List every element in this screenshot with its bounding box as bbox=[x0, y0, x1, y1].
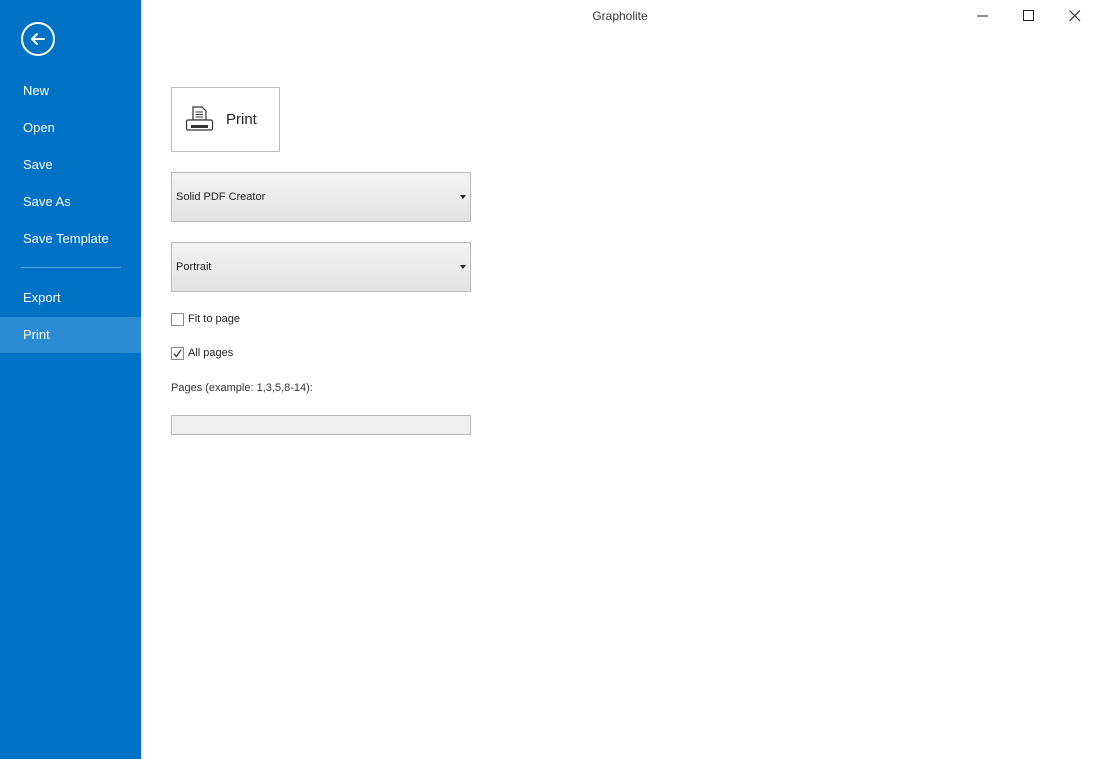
sidebar-item-label: New bbox=[23, 83, 50, 98]
minimize-icon bbox=[977, 15, 988, 17]
pages-range-input[interactable] bbox=[171, 415, 471, 435]
sidebar-item-save[interactable]: Save bbox=[0, 147, 141, 183]
sidebar-item-label: Save Template bbox=[23, 231, 109, 246]
pages-range-label: Pages (example: 1,3,5,8-14): bbox=[171, 382, 313, 394]
sidebar-item-label: Open bbox=[23, 120, 55, 135]
close-button[interactable] bbox=[1052, 0, 1098, 32]
print-button[interactable]: Print bbox=[171, 87, 280, 152]
chevron-down-icon bbox=[460, 195, 466, 199]
sidebar-item-label: Export bbox=[23, 290, 61, 305]
sidebar-item-save-as[interactable]: Save As bbox=[0, 184, 141, 220]
sidebar-item-label: Print bbox=[23, 327, 50, 342]
back-button[interactable] bbox=[21, 22, 55, 56]
all-pages-label: All pages bbox=[188, 347, 234, 359]
orientation-select[interactable]: Portrait bbox=[171, 242, 471, 292]
printer-select-value: Solid PDF Creator bbox=[176, 191, 266, 203]
sidebar-item-print[interactable]: Print bbox=[0, 317, 141, 353]
app-window: New Open Save Save As Save Template Expo… bbox=[0, 0, 1099, 759]
sidebar-item-export[interactable]: Export bbox=[0, 280, 141, 316]
maximize-button[interactable] bbox=[1006, 0, 1052, 32]
chevron-down-icon bbox=[460, 265, 466, 269]
printer-icon bbox=[185, 106, 214, 131]
sidebar: New Open Save Save As Save Template Expo… bbox=[0, 0, 141, 759]
maximize-icon bbox=[1023, 10, 1034, 21]
sidebar-item-label: Save As bbox=[23, 194, 71, 209]
checkmark-icon bbox=[173, 349, 182, 358]
sidebar-item-label: Save bbox=[23, 157, 53, 172]
fit-to-page-label: Fit to page bbox=[188, 313, 240, 325]
window-title: Grapholite bbox=[592, 9, 648, 23]
fit-to-page-checkbox[interactable] bbox=[171, 313, 184, 326]
title-bar: Grapholite bbox=[141, 0, 1099, 32]
minimize-button[interactable] bbox=[960, 0, 1006, 32]
arrow-left-icon bbox=[31, 33, 45, 45]
print-button-label: Print bbox=[226, 111, 257, 128]
all-pages-checkbox[interactable] bbox=[171, 347, 184, 360]
sidebar-divider bbox=[21, 267, 121, 268]
printer-select[interactable]: Solid PDF Creator bbox=[171, 172, 471, 222]
sidebar-item-new[interactable]: New bbox=[0, 73, 141, 109]
orientation-select-value: Portrait bbox=[176, 261, 212, 273]
sidebar-item-open[interactable]: Open bbox=[0, 110, 141, 146]
close-icon bbox=[1069, 10, 1081, 22]
sidebar-item-save-template[interactable]: Save Template bbox=[0, 221, 141, 257]
